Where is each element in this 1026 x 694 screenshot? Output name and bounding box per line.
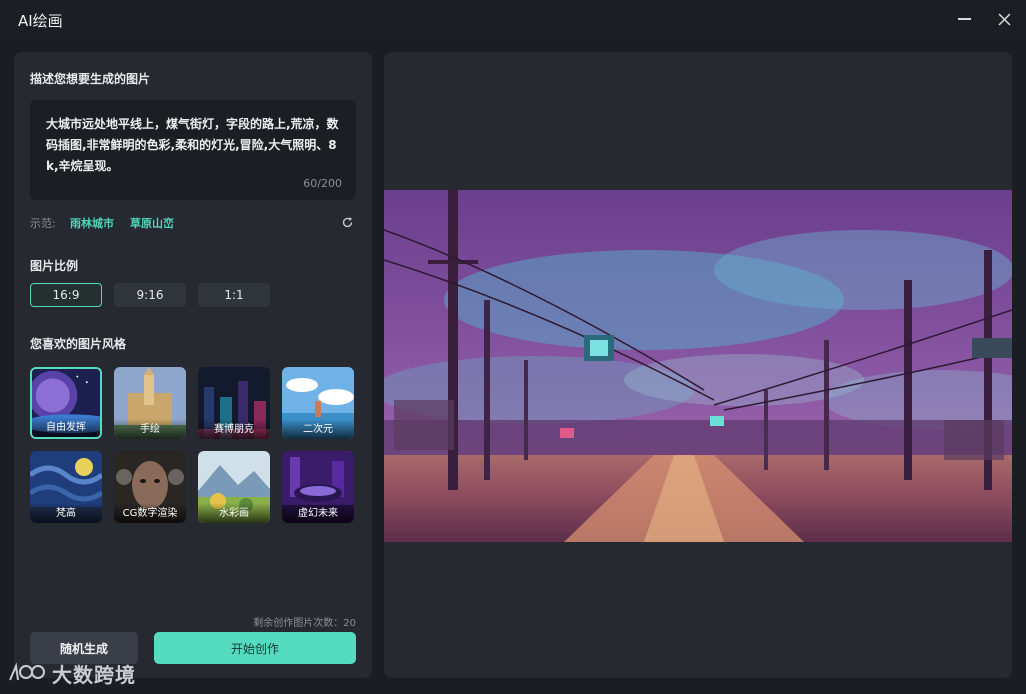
style-watercolor[interactable]: 水彩画	[198, 451, 270, 523]
close-button[interactable]	[990, 7, 1018, 31]
example-row: 示范: 雨林城市 草原山峦	[30, 214, 356, 232]
prompt-text: 大城市远处地平线上，煤气街灯，字段的路上,荒凉，数码插图,非常鲜明的色彩,柔和的…	[46, 117, 339, 173]
style-label: 您喜欢的图片风格	[30, 337, 127, 351]
style-caption: 二次元	[282, 419, 354, 439]
prompt-char-count: 60/200	[303, 177, 342, 190]
style-free[interactable]: 自由发挥	[30, 367, 102, 439]
ratio-label: 图片比例	[30, 259, 79, 273]
style-caption: 梵高	[30, 503, 102, 523]
minimize-icon	[957, 18, 971, 20]
prompt-input[interactable]: 大城市远处地平线上，煤气街灯，字段的路上,荒凉，数码插图,非常鲜明的色彩,柔和的…	[30, 100, 356, 200]
generated-image	[384, 190, 1012, 542]
example-link-rainforest-city[interactable]: 雨林城市	[70, 215, 114, 231]
watermark: 大数跨境	[8, 658, 136, 688]
style-caption: 赛博朋克	[198, 419, 270, 439]
style-cg-render[interactable]: CG数字渲染	[114, 451, 186, 523]
style-van-gogh[interactable]: 梵高	[30, 451, 102, 523]
example-label: 示范:	[30, 217, 56, 230]
minimize-button[interactable]	[950, 7, 978, 31]
preview-panel	[384, 52, 1012, 678]
style-caption: 虚幻未来	[282, 503, 354, 523]
style-anime[interactable]: 二次元	[282, 367, 354, 439]
style-caption: CG数字渲染	[114, 503, 186, 523]
style-cyberpunk[interactable]: 赛博朋克	[198, 367, 270, 439]
remaining-count: 剩余创作图片次数：20	[253, 618, 356, 629]
style-caption: 水彩画	[198, 503, 270, 523]
settings-panel: 描述您想要生成的图片 大城市远处地平线上，煤气街灯，字段的路上,荒凉，数码插图,…	[14, 52, 372, 678]
watermark-logo-icon	[9, 662, 45, 681]
ratio-option-16-9[interactable]: 16:9	[30, 283, 102, 307]
title-bar: AI绘画	[0, 0, 1026, 38]
start-create-button[interactable]: 开始创作	[154, 632, 356, 664]
style-hand-drawn[interactable]: 手绘	[114, 367, 186, 439]
ratio-option-1-1[interactable]: 1:1	[198, 283, 270, 307]
example-link-grassland-mountains[interactable]: 草原山峦	[130, 215, 174, 231]
style-unreal-future[interactable]: 虚幻未来	[282, 451, 354, 523]
close-icon	[997, 12, 1011, 26]
style-caption: 手绘	[114, 419, 186, 439]
refresh-icon[interactable]	[341, 216, 354, 229]
ratio-option-9-16[interactable]: 9:16	[114, 283, 186, 307]
style-caption: 自由发挥	[32, 417, 100, 437]
window-title: AI绘画	[18, 12, 63, 30]
prompt-label: 描述您想要生成的图片	[30, 72, 151, 86]
watermark-text: 大数跨境	[52, 662, 136, 687]
